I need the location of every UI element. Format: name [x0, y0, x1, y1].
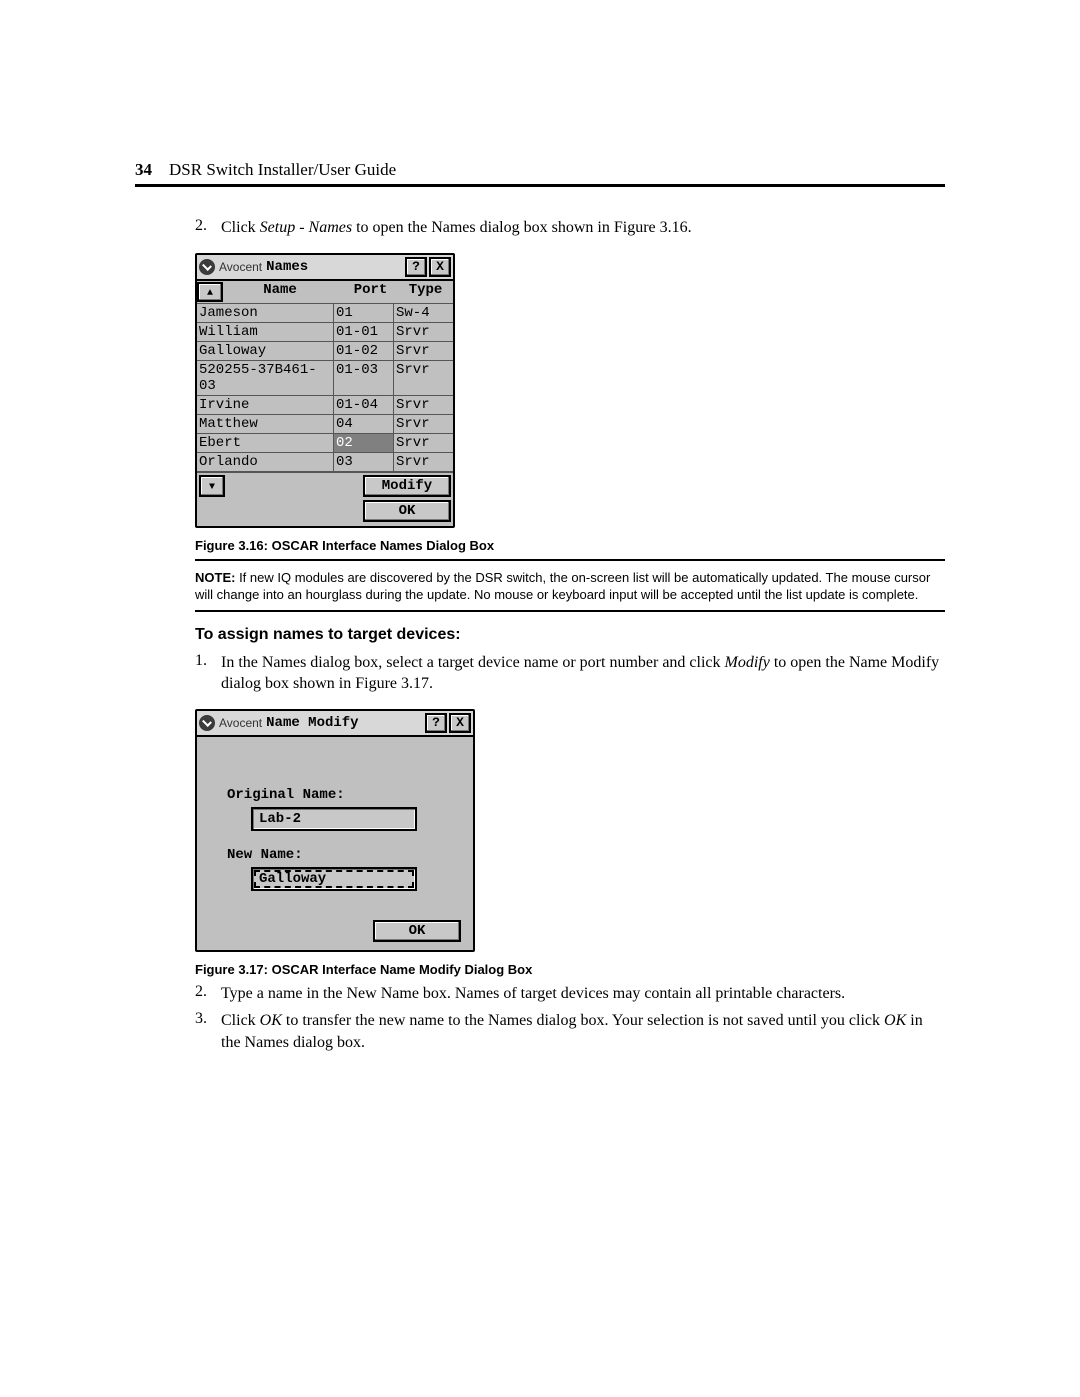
cell-type: Srvr [394, 361, 453, 395]
cell-type: Srvr [394, 342, 453, 360]
figure-316-caption: Figure 3.16: OSCAR Interface Names Dialo… [195, 538, 945, 553]
modify-button[interactable]: Modify [363, 475, 451, 497]
cell-name: Irvine [197, 396, 334, 414]
dialog-title: Name Modify [266, 715, 423, 731]
avocent-logo-icon [199, 259, 215, 275]
names-dialog: Avocent Names ? X Name Port Type Jameson… [195, 253, 455, 528]
cell-name: William [197, 323, 334, 341]
note-bottom-rule [195, 610, 945, 612]
ok-button[interactable]: OK [373, 920, 461, 942]
list-number: 1. [195, 652, 221, 695]
cell-port: 03 [334, 453, 394, 471]
titlebar: Avocent Names ? X [197, 255, 453, 281]
new-name-label: New Name: [227, 847, 455, 863]
original-name-label: Original Name: [227, 787, 455, 803]
step-3-text: Click OK to transfer the new name to the… [221, 1010, 945, 1053]
list-number: 2. [195, 983, 221, 1005]
cell-name: Matthew [197, 415, 334, 433]
close-button[interactable]: X [429, 257, 451, 277]
step-1: 1. In the Names dialog box, select a tar… [195, 652, 945, 695]
arrow-up-icon [207, 284, 213, 300]
help-button[interactable]: ? [425, 713, 447, 733]
cell-port: 01-03 [334, 361, 394, 395]
cell-name: 520255-37B461-03 [197, 361, 334, 395]
intro-step: 2. Click Setup - Names to open the Names… [195, 217, 945, 239]
cell-type: Srvr [394, 415, 453, 433]
table-row[interactable]: Jameson01Sw-4 [197, 303, 453, 322]
doc-title: DSR Switch Installer/User Guide [169, 160, 396, 179]
cell-port: 01-04 [334, 396, 394, 414]
table-header: Name Port Type [197, 281, 453, 303]
cell-name: Galloway [197, 342, 334, 360]
table-row[interactable]: Matthew04Srvr [197, 414, 453, 433]
cell-type: Srvr [394, 323, 453, 341]
step-2: 2. Type a name in the New Name box. Name… [195, 983, 945, 1005]
note-text: NOTE: If new IQ modules are discovered b… [195, 569, 945, 604]
col-name[interactable]: Name [227, 282, 343, 302]
cell-port: 04 [334, 415, 394, 433]
table-row[interactable]: Ebert02Srvr [197, 433, 453, 452]
table-row[interactable]: William01-01Srvr [197, 322, 453, 341]
col-port[interactable]: Port [343, 282, 398, 302]
cell-name: Jameson [197, 304, 334, 322]
page-header: 34 DSR Switch Installer/User Guide [135, 160, 945, 180]
avocent-logo-icon [199, 715, 215, 731]
header-rule [135, 184, 945, 187]
col-type[interactable]: Type [398, 282, 453, 302]
cell-name: Ebert [197, 434, 334, 452]
help-button[interactable]: ? [405, 257, 427, 277]
step-1-text: In the Names dialog box, select a target… [221, 652, 945, 695]
list-number: 2. [195, 217, 221, 239]
cell-port: 01-01 [334, 323, 394, 341]
page-number: 34 [135, 160, 152, 179]
figure-317-caption: Figure 3.17: OSCAR Interface Name Modify… [195, 962, 945, 977]
list-number: 3. [195, 1010, 221, 1053]
cell-type: Srvr [394, 434, 453, 452]
scroll-down-button[interactable] [199, 475, 225, 497]
ok-button[interactable]: OK [363, 500, 451, 522]
modify-dialog: Avocent Name Modify ? X Original Name: L… [195, 709, 475, 952]
table-row[interactable]: Orlando03Srvr [197, 452, 453, 472]
note-top-rule [195, 559, 945, 561]
original-name-field: Lab-2 [251, 807, 417, 831]
cell-port: 02 [334, 434, 394, 452]
titlebar: Avocent Name Modify ? X [197, 711, 473, 737]
step-2-text: Type a name in the New Name box. Names o… [221, 983, 945, 1005]
arrow-down-icon [209, 478, 215, 494]
brand-label: Avocent [219, 716, 262, 730]
step-3: 3. Click OK to transfer the new name to … [195, 1010, 945, 1053]
table-row[interactable]: Galloway01-02Srvr [197, 341, 453, 360]
table-row[interactable]: Irvine01-04Srvr [197, 395, 453, 414]
intro-step-text: Click Setup - Names to open the Names di… [221, 217, 945, 239]
cell-type: Srvr [394, 396, 453, 414]
cell-type: Srvr [394, 453, 453, 471]
scroll-up-button[interactable] [197, 282, 223, 302]
close-button[interactable]: X [449, 713, 471, 733]
table-row[interactable]: 520255-37B461-0301-03Srvr [197, 360, 453, 395]
cell-name: Orlando [197, 453, 334, 471]
cell-type: Sw-4 [394, 304, 453, 322]
cell-port: 01 [334, 304, 394, 322]
cell-port: 01-02 [334, 342, 394, 360]
new-name-field[interactable]: Galloway [251, 867, 417, 891]
section-heading: To assign names to target devices: [195, 626, 945, 644]
brand-label: Avocent [219, 260, 262, 274]
dialog-title: Names [266, 259, 403, 275]
